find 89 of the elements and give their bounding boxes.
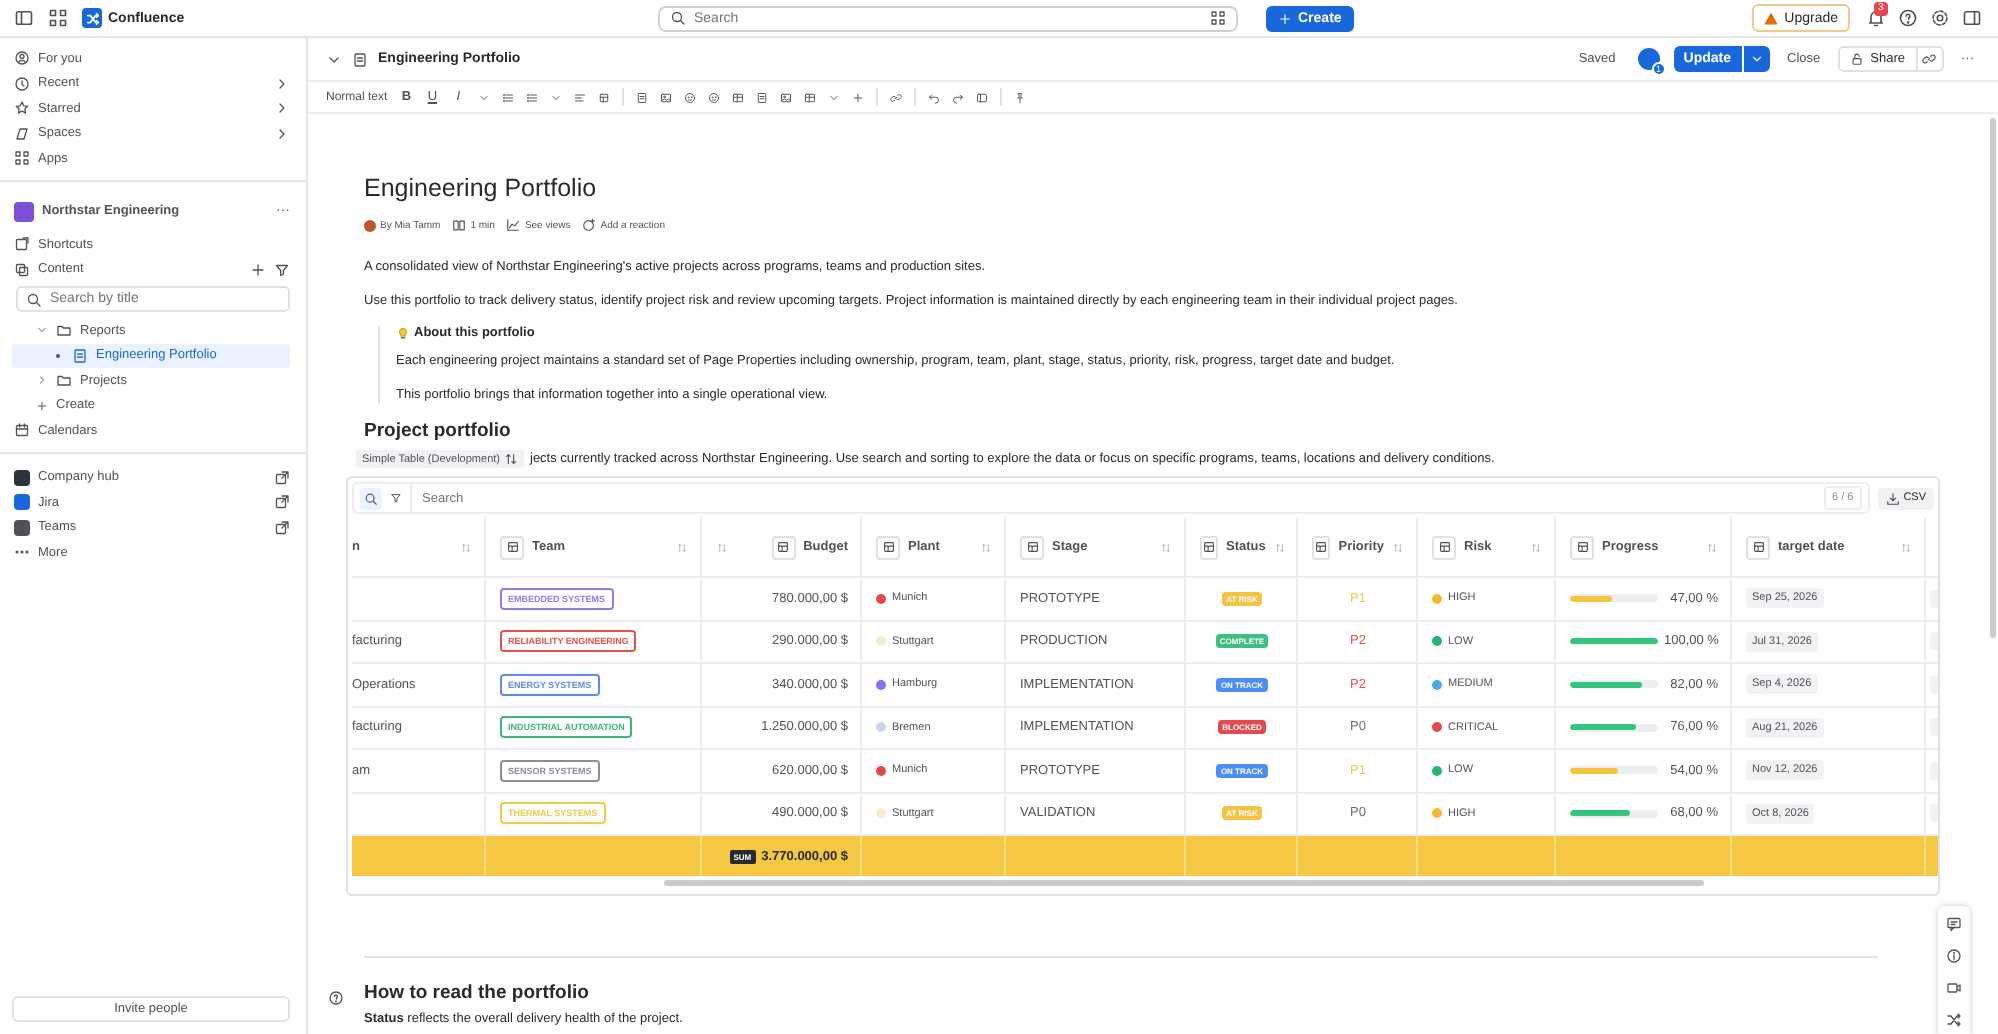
sidebar-toggle-icon[interactable] xyxy=(14,8,34,28)
search-icon xyxy=(670,10,686,26)
date-chip xyxy=(1930,589,1938,608)
help-icon[interactable] xyxy=(1898,8,1918,28)
chevron-right-icon xyxy=(36,374,48,387)
redo-icon[interactable] xyxy=(951,91,964,103)
cal-icon xyxy=(14,422,30,439)
section-heading: Project portfolio xyxy=(364,420,513,442)
lightbulb-icon xyxy=(396,326,410,340)
logo-icon[interactable] xyxy=(82,8,102,28)
date-chip xyxy=(1930,675,1938,694)
chevron-down-icon xyxy=(1749,52,1764,66)
link-icon[interactable] xyxy=(889,91,902,103)
warning-icon xyxy=(1764,11,1779,25)
column-type-icon xyxy=(1570,535,1594,559)
date-chip xyxy=(1930,718,1938,737)
external-link-icon xyxy=(274,469,290,486)
info-icon[interactable] xyxy=(1946,948,1962,964)
column-type-icon xyxy=(771,535,796,559)
media-icon[interactable] xyxy=(779,91,792,103)
sort-icon xyxy=(1392,541,1404,553)
chevron-down-icon xyxy=(36,324,48,337)
table-icon[interactable] xyxy=(803,91,816,103)
date-chip xyxy=(1930,804,1938,823)
external-link-icon xyxy=(274,494,290,511)
numbered-list-icon[interactable] xyxy=(525,91,538,103)
sort-icon xyxy=(1273,541,1286,553)
scrollbar[interactable] xyxy=(1990,118,1996,638)
help-icon[interactable] xyxy=(328,990,344,1006)
search-button[interactable] xyxy=(360,487,382,509)
clock-icon xyxy=(14,75,30,92)
sort-icon xyxy=(716,541,728,553)
section-heading: How to read the portfolio xyxy=(364,982,591,1004)
page-heading: Engineering Portfolio xyxy=(364,174,599,202)
date-chip xyxy=(1930,632,1938,651)
column-type-icon xyxy=(1312,535,1331,559)
copy-link-button[interactable] xyxy=(1917,46,1943,72)
book-icon xyxy=(452,218,467,232)
emoji-add-icon xyxy=(582,218,597,232)
avatar-icon[interactable] xyxy=(1637,48,1660,70)
sort-icon xyxy=(1530,541,1542,553)
sort-icon xyxy=(460,541,472,553)
add-icon[interactable] xyxy=(250,261,266,278)
search-icon xyxy=(26,291,42,307)
scrollbar[interactable] xyxy=(664,880,1704,886)
bullet-list-icon[interactable] xyxy=(501,91,514,103)
column-type-icon xyxy=(1746,535,1770,559)
image-icon[interactable] xyxy=(659,91,672,103)
sort-icon xyxy=(980,541,992,553)
plus-icon xyxy=(1278,11,1292,25)
column-type-icon xyxy=(1432,535,1456,559)
emoji-icon[interactable] xyxy=(683,91,696,103)
content-icon xyxy=(14,261,30,278)
app-switcher-icon[interactable] xyxy=(48,8,68,28)
space-avatar-icon xyxy=(14,201,34,222)
notifications-icon[interactable] xyxy=(1866,8,1886,28)
date-chip xyxy=(1930,761,1938,780)
page-icon xyxy=(352,51,368,67)
folder-icon xyxy=(56,322,72,339)
column-type-icon xyxy=(500,535,524,559)
chart-icon xyxy=(506,218,521,232)
folder-icon xyxy=(56,372,72,389)
external-link-icon xyxy=(274,519,290,536)
grid-icon xyxy=(14,150,30,167)
side-panel-icon[interactable] xyxy=(1962,8,1982,28)
page-icon xyxy=(72,347,88,364)
shuffle-icon[interactable] xyxy=(1946,1012,1962,1028)
dropdown-button[interactable] xyxy=(1743,46,1770,72)
video-icon[interactable] xyxy=(1946,980,1962,996)
sort-icon xyxy=(1706,541,1718,553)
undo-icon[interactable] xyxy=(927,91,940,103)
author-avatar-icon xyxy=(364,219,376,231)
column-type-icon xyxy=(1020,535,1044,559)
sort-icon xyxy=(1900,541,1912,553)
shortcut-icon xyxy=(14,236,30,253)
download-icon xyxy=(1885,491,1900,505)
space-icon xyxy=(14,125,30,142)
search-icon xyxy=(364,491,378,505)
sort-icon xyxy=(676,541,688,553)
link-icon xyxy=(1922,52,1936,66)
pin-icon[interactable] xyxy=(1013,91,1026,103)
insert-icon[interactable] xyxy=(851,91,864,103)
plus-icon xyxy=(36,399,48,412)
sort-icon xyxy=(1160,541,1172,553)
star-icon xyxy=(14,100,30,117)
column-type-icon xyxy=(876,535,900,559)
person-icon xyxy=(14,50,30,67)
column-type-icon xyxy=(1200,535,1218,559)
lock-icon xyxy=(1850,52,1865,66)
